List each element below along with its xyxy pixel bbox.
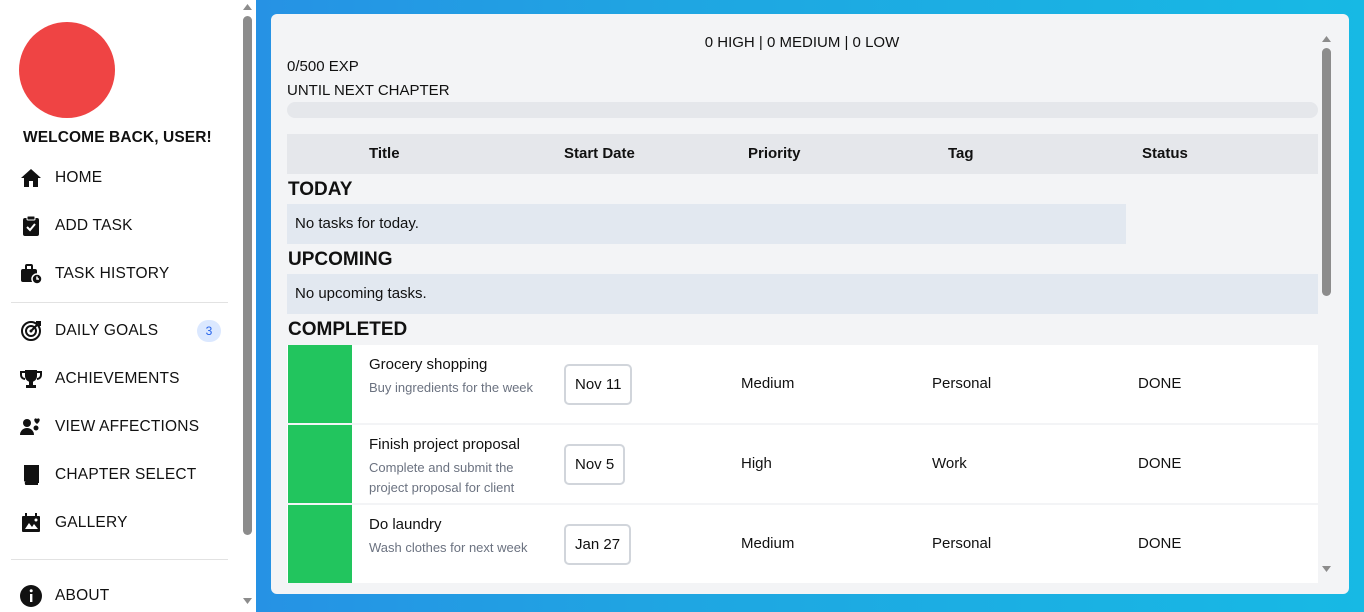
target-arrow-icon <box>18 318 44 344</box>
task-priority: Medium <box>741 535 795 552</box>
home-icon <box>18 165 44 191</box>
task-row[interactable]: Grocery shopping Buy ingredients for the… <box>287 345 1318 423</box>
sidebar: WELCOME BACK, USER! HOME ADD TASK TASK H… <box>0 0 256 612</box>
header-title: Title <box>369 145 400 162</box>
task-description: Buy ingredients for the week <box>369 380 534 395</box>
nav-home-label: HOME <box>55 169 103 186</box>
users-heart-icon <box>18 414 44 440</box>
table-header: Title Start Date Priority Tag Status <box>287 134 1318 174</box>
exp-caption: UNTIL NEXT CHAPTER <box>287 82 450 99</box>
daily-goals-badge: 3 <box>197 320 221 342</box>
task-status: DONE <box>1138 375 1182 392</box>
nav-home[interactable]: HOME <box>18 162 228 194</box>
header-status: Status <box>1142 145 1188 162</box>
info-icon <box>18 583 44 609</box>
task-title: Grocery shopping <box>369 356 488 373</box>
nav-gallery[interactable]: GALLERY <box>18 507 228 539</box>
book-icon <box>18 462 44 488</box>
nav-daily-goals-label: DAILY GOALS <box>55 322 159 339</box>
nav-achievements[interactable]: ACHIEVEMENTS <box>18 363 228 395</box>
trophy-icon <box>18 366 44 392</box>
briefcase-clock-icon <box>18 261 44 287</box>
nav-gallery-label: GALLERY <box>55 514 128 531</box>
exp-counter: 0/500 EXP <box>287 58 359 75</box>
task-title: Do laundry <box>369 516 442 533</box>
nav-task-history[interactable]: TASK HISTORY <box>18 258 228 290</box>
header-tag: Tag <box>948 145 974 162</box>
header-priority: Priority <box>748 145 801 162</box>
task-priority: High <box>741 455 772 472</box>
main-scroll-up-arrow-icon[interactable] <box>1322 36 1331 42</box>
section-upcoming-title: UPCOMING <box>288 249 393 270</box>
welcome-text: WELCOME BACK, USER! <box>23 129 212 146</box>
nav-view-affections-label: VIEW AFFECTIONS <box>55 418 200 435</box>
nav-daily-goals[interactable]: DAILY GOALS 3 <box>18 315 228 347</box>
task-status-color <box>288 505 352 583</box>
nav-chapter-select[interactable]: CHAPTER SELECT <box>18 459 228 491</box>
scroll-up-arrow-icon[interactable] <box>243 4 252 10</box>
avatar[interactable] <box>19 22 115 118</box>
nav-chapter-select-label: CHAPTER SELECT <box>55 466 197 483</box>
section-completed-title: COMPLETED <box>288 319 408 340</box>
main-scrollbar-thumb[interactable] <box>1322 48 1331 296</box>
today-empty-message: No tasks for today. <box>287 204 1126 244</box>
task-title: Finish project proposal <box>369 436 520 453</box>
nav-task-history-label: TASK HISTORY <box>55 265 170 282</box>
task-tag: Personal <box>932 375 992 392</box>
nav-add-task-label: ADD TASK <box>55 217 133 234</box>
task-panel: 0 HIGH | 0 MEDIUM | 0 LOW 0/500 EXP UNTI… <box>271 14 1349 594</box>
task-priority: Medium <box>741 375 795 392</box>
task-tag: Personal <box>932 535 992 552</box>
task-description: Complete and submit the project proposal… <box>369 460 515 495</box>
nav-view-affections[interactable]: VIEW AFFECTIONS <box>18 411 228 443</box>
task-status-color <box>288 425 352 503</box>
task-status-color <box>288 345 352 423</box>
header-start-date: Start Date <box>564 145 635 162</box>
section-today-title: TODAY <box>288 179 353 200</box>
sidebar-divider <box>11 302 228 303</box>
upcoming-empty-message: No upcoming tasks. <box>287 274 1318 314</box>
gallery-icon <box>18 510 44 536</box>
task-status: DONE <box>1138 455 1182 472</box>
nav-add-task[interactable]: ADD TASK <box>18 210 228 242</box>
nav-about-label: ABOUT <box>55 587 110 604</box>
scroll-down-arrow-icon[interactable] <box>243 598 252 604</box>
exp-progress-bar <box>287 102 1318 118</box>
task-tag: Work <box>932 455 967 472</box>
nav-about[interactable]: ABOUT <box>18 580 228 612</box>
main-scroll-down-arrow-icon[interactable] <box>1322 566 1331 572</box>
nav-achievements-label: ACHIEVEMENTS <box>55 370 180 387</box>
task-status: DONE <box>1138 535 1182 552</box>
task-start-date: Nov 11 <box>564 364 633 405</box>
clipboard-check-icon <box>18 213 44 239</box>
task-row[interactable]: Finish project proposal Complete and sub… <box>287 425 1318 503</box>
task-start-date: Jan 27 <box>564 524 632 565</box>
task-row[interactable]: Do laundry Wash clothes for next week Ja… <box>287 505 1318 583</box>
sidebar-scrollbar-thumb[interactable] <box>243 16 252 535</box>
priority-counts: 0 HIGH | 0 MEDIUM | 0 LOW <box>704 34 900 51</box>
sidebar-divider-2 <box>11 559 228 560</box>
task-description: Wash clothes for next week <box>369 540 528 555</box>
task-start-date: Nov 5 <box>564 444 626 485</box>
